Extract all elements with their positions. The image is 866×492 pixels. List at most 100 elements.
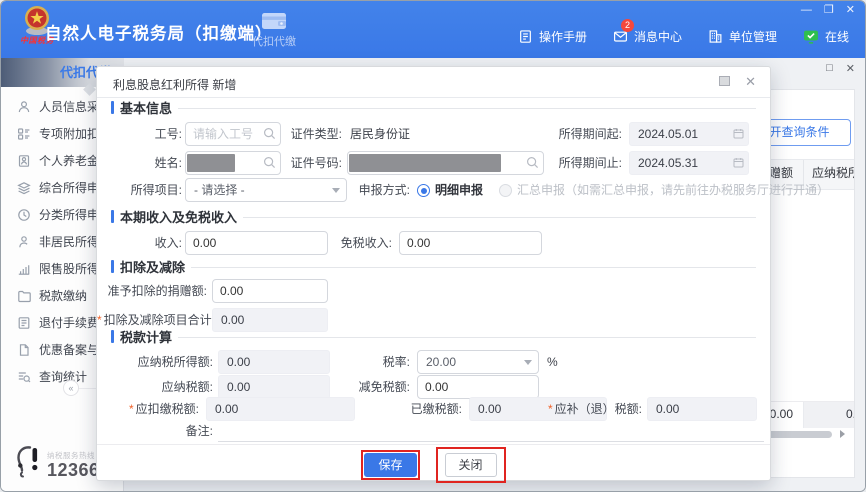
radio-detail-label[interactable]: 明细申报 [435,178,483,202]
building-icon [708,29,723,44]
form-row: 应纳税所得额: 0.00 税率: 20.00 % [97,350,770,374]
radio-detail-declare[interactable] [417,184,430,197]
folder-icon [17,289,31,303]
module-label: 代扣代缴 [252,33,296,49]
close-button[interactable]: 关闭 [445,453,497,477]
form-row: 收入: 免税收入: [97,231,770,255]
nav-label: 在线 [825,28,849,45]
donation-input[interactable] [212,279,328,303]
taxable-income-value: 0.00 [218,350,330,374]
close-button[interactable]: ✕ [846,4,855,16]
nav-label: 操作手册 [539,28,587,45]
section-bar [111,330,114,343]
sidebar-item-label: 税款缴纳 [39,287,87,304]
form-row: 准予扣除的捐赠额: [97,279,770,303]
withhold-tax-value: 0.00 [206,397,355,421]
collapse-button[interactable]: « [63,380,79,396]
radio-summary-label: 汇总申报（如需汇总申报，请先前往办税服务厅进行开通） [517,178,829,202]
manual-icon [518,29,533,44]
pension-icon [17,154,31,168]
form-row: 姓名: 证件号码: 所得期间止: 2024.05.31 [97,151,770,175]
tax-payable-field: 0.00 [218,375,330,399]
section-rule [243,217,756,218]
remark-input[interactable] [218,421,764,442]
tax-relief-input[interactable] [417,375,539,399]
chart-icon [17,262,31,276]
save-annotation-box: 保存 [361,450,419,480]
redacted-name [187,154,235,172]
redacted-cert-no [349,154,501,172]
chevron-down-icon [524,360,532,365]
form-row: 所得项目: - 请选择 - 申报方式: 明细申报 汇总申报（如需汇总申报，请先前… [97,178,770,202]
section-rule [178,337,756,338]
calendar-icon[interactable] [733,157,744,168]
window-controls: — ❐ ✕ [801,4,855,16]
minimize-button[interactable]: — [801,4,812,16]
section-tax-calc: 税款计算 [111,329,756,344]
section-bar [111,260,114,273]
form-row: 应纳税额: 0.00 减免税额: [97,375,770,399]
footer-divider [97,444,770,445]
layers-icon [17,181,31,195]
tax-payable-value: 0.00 [218,375,330,399]
file-icon [17,343,31,357]
hotline-number: 12366 [47,461,100,479]
hotline-operator-icon [13,443,43,479]
nav-org-management[interactable]: 单位管理 [708,28,777,45]
dividend-income-add-dialog: 利息股息红利所得 新增 ✕ 基本信息 工号: 证件类型: 居民身份证 所得期间起… [96,66,771,481]
dialog-titlebar: 利息股息红利所得 新增 ✕ [97,67,770,98]
close-annotation-box: 关闭 [436,447,506,483]
online-monitor-icon [803,29,819,44]
app-window: — ❐ ✕ 中国税务 自然人电子税务局（扣缴端） [0,0,866,492]
section-basic-info: 基本信息 [111,100,756,115]
section-deduction: 扣除及减除 [111,259,756,274]
module-withholding[interactable]: 代扣代缴 [244,11,304,49]
taxfree-input[interactable] [399,231,542,255]
radio-summary-declare[interactable] [499,184,512,197]
form-row: *应扣缴税额: 0.00 已缴税额: 0.00 *应补（退）税额: 0.00 [97,397,770,421]
nav-label: 消息中心 [634,28,682,45]
dialog-title: 利息股息红利所得 新增 [113,76,236,93]
income-item-select[interactable]: - 请选择 - [185,178,347,202]
required-mark: * [129,402,134,416]
page-restore-button[interactable]: □ [826,62,833,75]
nav-online-status[interactable]: 在线 [803,28,849,45]
section-rule [178,108,756,109]
tax-relief-field [417,375,539,399]
nav-messages[interactable]: 2 消息中心 [613,28,682,45]
calendar-icon[interactable] [733,128,744,139]
header-nav: 操作手册 2 消息中心 [518,28,849,45]
nav-manual[interactable]: 操作手册 [518,28,587,45]
required-mark: * [97,313,102,327]
period-start-field: 2024.05.01 [629,122,749,146]
taxable-income-field: 0.00 [218,350,330,374]
app-header: — ❐ ✕ 中国税务 自然人电子税务局（扣缴端） [1,1,865,58]
receipt-icon [17,316,31,330]
restore-button[interactable]: ❐ [824,4,834,16]
section-current-income: 本期收入及免税收入 [111,209,756,224]
form-row: 备注: [97,419,770,443]
hotline-caption: 纳税服务热线 [47,452,100,460]
rate-unit: % [547,350,558,374]
clock-icon [17,208,31,222]
dialog-close-icon[interactable]: ✕ [745,76,756,88]
balance-tax-field: 0.00 [647,397,757,421]
wallet-icon [261,11,287,31]
message-count-badge: 2 [621,19,634,32]
tax-rate-select[interactable]: 20.00 [417,350,539,374]
section-bar [111,210,114,223]
app-title: 自然人电子税务局（扣缴端） [45,20,273,44]
nav-label: 单位管理 [729,28,777,45]
dialog-restore-icon[interactable] [719,76,730,86]
balance-tax-value: 0.00 [647,397,757,421]
period-start-value: 2024.05.01 [629,122,749,146]
footer-cell: 0.00 [804,402,854,428]
scroll-right-arrow[interactable] [840,430,845,438]
period-end-value: 2024.05.31 [629,151,749,175]
page-close-button[interactable]: ✕ [846,62,855,75]
donation-field [212,279,328,303]
service-hotline: 纳税服务热线 12366 [13,443,100,479]
person-icon [17,100,31,114]
section-bar [111,101,114,114]
save-button[interactable]: 保存 [364,453,416,477]
